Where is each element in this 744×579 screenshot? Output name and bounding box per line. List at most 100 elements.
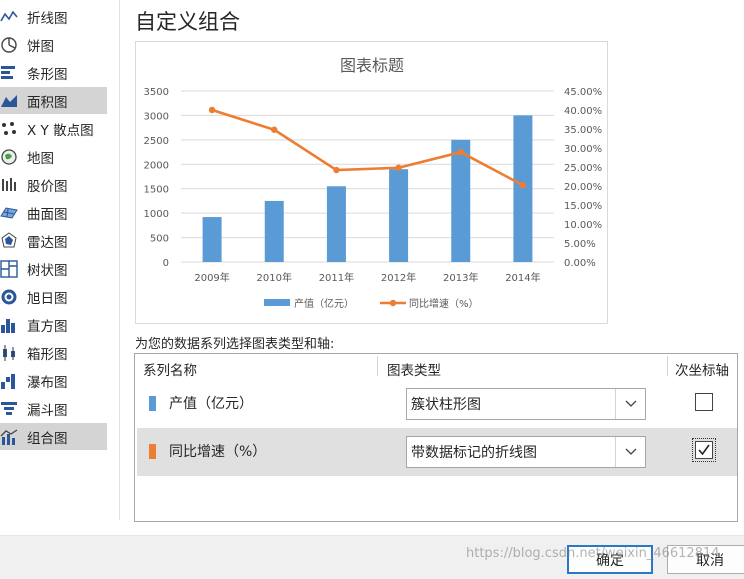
series-row: 产值（亿元） 簇状柱形图 — [137, 380, 737, 428]
sidebar-item[interactable]: 饼图 — [0, 31, 107, 58]
sidebar-item-label: 树状图 — [27, 262, 68, 279]
chevron-down-icon[interactable] — [615, 437, 645, 467]
y2-tick-label: 25.00% — [564, 163, 602, 174]
line-marker — [208, 106, 216, 114]
sidebar-item[interactable]: 曲面图 — [0, 199, 107, 226]
x-tick-label: 2009年 — [194, 271, 229, 284]
chart-title: 图表标题 — [340, 56, 404, 75]
sidebar-item-label: 地图 — [27, 150, 54, 167]
legend-swatch-bar — [264, 299, 290, 306]
sidebar-item[interactable]: 股价图 — [0, 171, 107, 198]
column-header-series-name: 系列名称 — [143, 363, 197, 379]
y2-tick-label: 20.00% — [564, 182, 602, 193]
radar-chart-icon — [0, 231, 18, 250]
sidebar-item[interactable]: 折线图 — [0, 3, 107, 30]
checkmark-icon — [698, 444, 710, 456]
combo-chart: 图表标题 0 500 1000 1500 2000 2500 3000 3500 0.00% 5.0… — [144, 56, 603, 310]
secondary-axis-checkbox[interactable] — [695, 393, 713, 411]
column-separator — [377, 356, 378, 376]
y2-tick-label: 15.00% — [564, 201, 602, 212]
chart-type-dropdown[interactable]: 带数据标记的折线图 — [406, 436, 646, 468]
sidebar-divider — [119, 0, 120, 520]
x-tick-label: 2010年 — [257, 271, 292, 284]
boxplot-chart-icon — [0, 344, 18, 362]
sidebar-item[interactable]: X Y 散点图 — [0, 115, 107, 142]
bar — [264, 200, 284, 262]
y2-tick-label: 0.00% — [564, 258, 596, 269]
column-header-chart-type: 图表类型 — [387, 363, 441, 379]
y-tick-label: 500 — [150, 234, 169, 245]
sidebar-item-label: 直方图 — [27, 318, 68, 335]
legend-marker — [389, 299, 397, 307]
line-marker — [519, 182, 527, 189]
sidebar-item[interactable]: 漏斗图 — [0, 395, 107, 422]
bar — [513, 115, 533, 262]
bar — [451, 139, 471, 262]
x-tick-label: 2011年 — [319, 271, 354, 284]
sidebar-item[interactable]: 雷达图 — [0, 227, 107, 254]
bar — [326, 186, 346, 262]
y-tick-label: 2000 — [144, 160, 169, 171]
sidebar-item[interactable]: 地图 — [0, 143, 107, 170]
pie-chart-icon — [0, 36, 18, 54]
y2-tick-label: 5.00% — [564, 239, 596, 250]
secondary-axis-checkbox[interactable] — [692, 438, 716, 462]
sidebar-item-label: 瀑布图 — [27, 374, 68, 391]
column-separator — [667, 356, 668, 376]
sidebar-item[interactable]: 条形图 — [0, 59, 107, 86]
chart-type-value: 带数据标记的折线图 — [411, 445, 537, 461]
y-tick-label: 3000 — [144, 111, 169, 122]
y2-tick-label: 40.00% — [564, 106, 602, 117]
chart-preview: 图表标题 0 500 1000 1500 2000 2500 3000 3500 0.00% 5.0… — [135, 41, 608, 324]
histogram-chart-icon — [0, 316, 18, 334]
funnel-chart-icon — [0, 400, 18, 418]
sidebar-item[interactable]: 旭日图 — [0, 283, 107, 310]
scatter-chart-icon — [0, 120, 18, 138]
series-table: 系列名称 图表类型 次坐标轴 产值（亿元） 簇状柱形图 同比增速（%） 带数据标… — [134, 353, 738, 522]
sidebar-item-label: 折线图 — [27, 10, 68, 27]
sidebar-item[interactable]: 直方图 — [0, 311, 107, 338]
series-color-swatch — [149, 396, 156, 411]
waterfall-chart-icon — [0, 372, 18, 390]
bar — [389, 169, 409, 262]
y-tick-label: 3500 — [144, 87, 169, 98]
chart-type-value: 簇状柱形图 — [411, 397, 481, 413]
sidebar-item[interactable]: 树状图 — [0, 255, 107, 282]
series-name: 同比增速（%） — [169, 444, 267, 460]
cancel-button[interactable]: 取消 — [667, 545, 744, 574]
surface-chart-icon — [0, 204, 18, 222]
sidebar-item-label: 旭日图 — [27, 290, 68, 307]
y2-tick-label: 10.00% — [564, 220, 602, 231]
sidebar-item[interactable]: 瀑布图 — [0, 367, 107, 394]
area-chart-icon — [0, 92, 18, 110]
treemap-chart-icon — [0, 259, 18, 278]
y-tick-label: 1000 — [144, 209, 169, 220]
combo-chart-icon — [0, 428, 18, 446]
line-chart-icon — [0, 8, 18, 26]
sidebar-item[interactable]: 组合图 — [0, 423, 107, 450]
sidebar-item-label: 雷达图 — [27, 234, 68, 251]
sidebar-item[interactable]: 面积图 — [0, 87, 107, 114]
chart-type-dropdown[interactable]: 簇状柱形图 — [406, 388, 646, 420]
line-marker — [271, 126, 278, 133]
bar — [202, 217, 222, 262]
sunburst-chart-icon — [0, 288, 18, 306]
line-marker — [395, 164, 402, 171]
series-name: 产值（亿元） — [169, 396, 253, 412]
sidebar-item-label: 饼图 — [27, 38, 54, 55]
ok-button[interactable]: 确定 — [567, 545, 653, 574]
dialog-footer: 确定 取消 — [0, 535, 744, 579]
x-tick-label: 2014年 — [505, 271, 540, 284]
page-title: 自定义组合 — [135, 10, 240, 34]
chevron-down-icon[interactable] — [615, 389, 645, 419]
y-tick-label: 1500 — [144, 185, 169, 196]
series-color-swatch — [149, 444, 156, 459]
y2-tick-label: 35.00% — [564, 125, 602, 136]
legend-label: 产值（亿元） — [294, 297, 354, 310]
sidebar-item[interactable]: 箱形图 — [0, 339, 107, 366]
line-marker — [457, 148, 464, 156]
sidebar-item-label: X Y 散点图 — [27, 122, 94, 139]
y2-tick-label: 45.00% — [564, 87, 602, 98]
line-marker — [333, 166, 340, 174]
map-chart-icon — [0, 148, 18, 166]
